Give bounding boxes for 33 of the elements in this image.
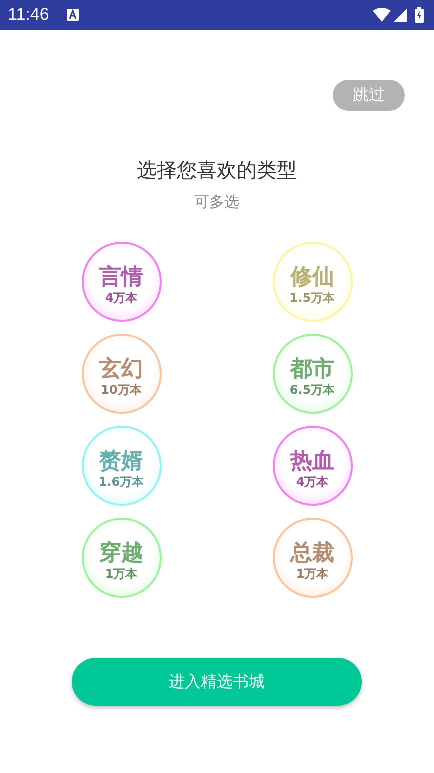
signal-icon <box>394 8 407 22</box>
genre-bubble[interactable]: 玄幻 10万本 <box>82 334 162 414</box>
wifi-icon <box>373 8 391 22</box>
genre-name: 穿越 <box>100 541 144 567</box>
book-count: 1.6万本 <box>98 475 144 489</box>
clock-time: 11:46 <box>8 5 50 25</box>
enter-bookstore-button[interactable]: 进入精选书城 <box>72 658 362 706</box>
genre-name: 修仙 <box>290 265 334 291</box>
notification-icon <box>67 9 80 21</box>
book-count: 1万本 <box>105 567 138 581</box>
genre-name: 玄幻 <box>100 357 144 383</box>
skip-button[interactable]: 跳过 <box>333 80 405 111</box>
genre-name: 赘婿 <box>100 449 144 475</box>
page-subtitle: 可多选 <box>194 192 240 212</box>
genre-name: 都市 <box>290 357 334 383</box>
book-count: 4万本 <box>105 291 138 305</box>
book-count: 1万本 <box>296 567 329 581</box>
book-count: 4万本 <box>296 475 329 489</box>
genre-bubble[interactable]: 言情 4万本 <box>82 242 162 322</box>
genre-bubble[interactable]: 都市 6.5万本 <box>272 334 352 414</box>
genre-bubble[interactable]: 总裁 1万本 <box>272 518 352 598</box>
book-count: 1.5万本 <box>290 291 336 305</box>
genre-name: 热血 <box>290 449 334 475</box>
book-count: 6.5万本 <box>290 383 336 397</box>
genre-bubble[interactable]: 穿越 1万本 <box>82 518 162 598</box>
genre-bubble[interactable]: 赘婿 1.6万本 <box>82 426 162 506</box>
battery-icon <box>415 7 424 23</box>
book-count: 10万本 <box>101 383 142 397</box>
genre-name: 总裁 <box>290 541 334 567</box>
page-title: 选择您喜欢的类型 <box>137 157 297 184</box>
genre-bubble[interactable]: 修仙 1.5万本 <box>272 242 352 322</box>
genre-name: 言情 <box>100 265 144 291</box>
genre-bubble[interactable]: 热血 4万本 <box>272 426 352 506</box>
